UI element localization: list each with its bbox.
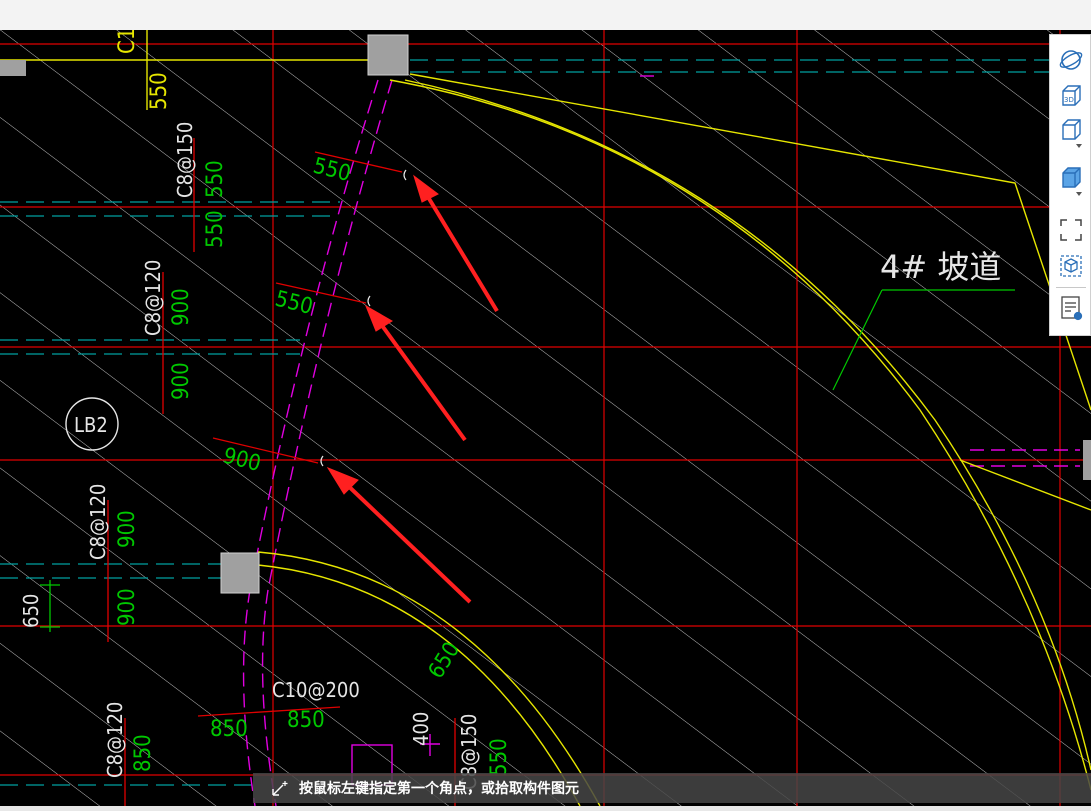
- partial-top-label: C10: [115, 30, 140, 54]
- pick-cursor-icon: [272, 781, 288, 796]
- rebar-label-c8-150: C8@150: [173, 122, 197, 198]
- rebar-label-c8-120-c: C8@120: [103, 702, 127, 778]
- ramp-label: 4# 坡道: [880, 248, 1001, 286]
- box-view-dropdown-icon[interactable]: [1055, 119, 1087, 149]
- column-left[interactable]: [220, 552, 260, 594]
- bottom-edge-strip: [0, 806, 1091, 811]
- box-focus-icon[interactable]: [1055, 251, 1087, 281]
- rebar-label-c8-120-a: C8@120: [141, 260, 165, 336]
- slab-hatch: [0, 30, 1091, 806]
- rebar-label-c8-120-b: C8@120: [86, 484, 110, 560]
- command-prompt-bar: 按鼠标左键指定第一个角点，或拾取构件图元: [253, 773, 1091, 803]
- slab-tag: LB2: [74, 413, 108, 437]
- fullscreen-frame-icon[interactable]: [1055, 215, 1087, 245]
- view-toolbar: 3D: [1049, 34, 1091, 336]
- 3d-view-icon[interactable]: 3D: [1055, 81, 1087, 111]
- column-top[interactable]: [367, 34, 409, 76]
- dim-900-b: 900: [169, 362, 194, 400]
- sphere-orbit-icon[interactable]: [1055, 45, 1087, 75]
- solid-box-dropdown-icon[interactable]: [1055, 167, 1087, 197]
- column-edge-left[interactable]: [0, 60, 26, 76]
- dim-550-a: 550: [203, 160, 228, 198]
- column-edge-right[interactable]: [1083, 440, 1091, 480]
- layer-list-settings-icon[interactable]: [1055, 293, 1087, 323]
- top-menu-strip: [0, 0, 1091, 30]
- dim-550-top: 550: [147, 72, 172, 110]
- rebar-label-c10-200: C10@200: [272, 678, 360, 702]
- dim-900-a: 900: [169, 288, 194, 326]
- dim-550-c: 550: [487, 738, 512, 776]
- command-prompt-text: 按鼠标左键指定第一个角点，或拾取构件图元: [299, 781, 579, 797]
- dim-550-b: 550: [203, 210, 228, 248]
- dim-400: 400: [409, 712, 433, 746]
- dim-850-c: 850: [287, 708, 325, 733]
- cad-drawing-canvas[interactable]: LB2 4# 坡道 C10 550 C8@150 550 550 C8@120 …: [0, 30, 1091, 806]
- dim-850-a: 850: [131, 734, 156, 772]
- dim-850-b: 850: [210, 717, 248, 742]
- dim-650-left: 650: [19, 594, 43, 628]
- dim-900-c: 900: [115, 510, 140, 548]
- svg-text:3D: 3D: [1064, 96, 1074, 104]
- dim-900-d: 900: [115, 588, 140, 626]
